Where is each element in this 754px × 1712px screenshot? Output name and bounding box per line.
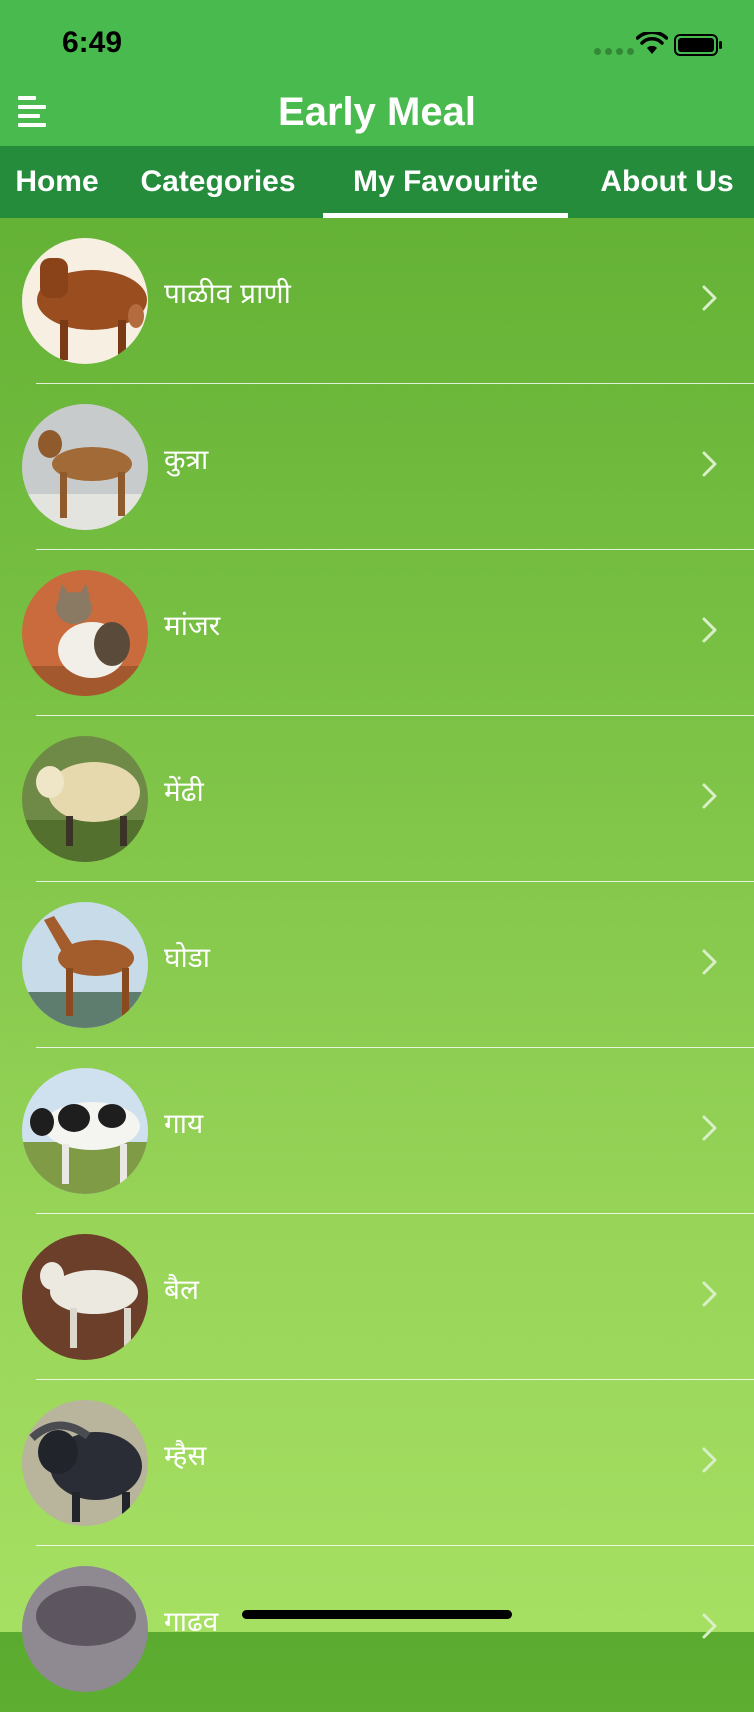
buffalo-photo (22, 1400, 148, 1526)
list-item[interactable]: मेंढी (0, 716, 754, 882)
chevron-right-icon (702, 949, 717, 975)
status-time: 6:49 (62, 26, 123, 59)
chevron-right-icon (702, 1447, 717, 1473)
home-indicator[interactable] (242, 1610, 512, 1619)
donkey-photo (22, 1566, 148, 1692)
battery-icon (674, 34, 722, 56)
list-item[interactable]: बैल (0, 1214, 754, 1380)
cow-photo (22, 1068, 148, 1194)
item-label: पाळीव प्राणी (164, 277, 291, 310)
tab-bar: Home Categories My Favourite About Us (0, 146, 754, 218)
cat-photo (22, 570, 148, 696)
list-item[interactable]: गाय (0, 1048, 754, 1214)
horse-photo (22, 902, 148, 1028)
status-bar: 6:49 (0, 0, 754, 88)
chevron-right-icon (702, 1613, 717, 1639)
page-title: Early Meal (278, 90, 476, 134)
list-item[interactable]: पाळीव प्राणी (0, 218, 754, 384)
chevron-right-icon (702, 1281, 717, 1307)
list-item[interactable]: म्हैस (0, 1380, 754, 1546)
item-label: गाढव (164, 1605, 219, 1638)
sheep-photo (22, 736, 148, 862)
list-item[interactable]: मांजर (0, 550, 754, 716)
tab-about-us[interactable]: About Us (580, 146, 754, 218)
item-label: मांजर (164, 609, 221, 642)
chevron-right-icon (702, 1115, 717, 1141)
chevron-right-icon (702, 783, 717, 809)
list-item[interactable]: कुत्रा (0, 384, 754, 550)
item-label: मेंढी (164, 775, 204, 808)
chevron-right-icon (702, 285, 717, 311)
item-label: घोडा (164, 941, 211, 974)
navigation-bar: Early Meal (0, 88, 754, 146)
item-label: म्हैस (164, 1439, 207, 1472)
item-label: गाय (164, 1107, 204, 1140)
list-item[interactable]: घोडा (0, 882, 754, 1048)
dog-photo (22, 404, 148, 530)
brown-cow-photo (22, 238, 148, 364)
item-label: कुत्रा (164, 443, 209, 476)
wifi-icon (636, 32, 668, 54)
favourite-list: पाळीव प्राणी कुत्रा मांजर मेंढी घोडा गाय… (0, 218, 754, 1712)
item-label: बैल (164, 1273, 199, 1306)
tab-home[interactable]: Home (0, 146, 114, 218)
bull-photo (22, 1234, 148, 1360)
cellular-signal-icon (594, 48, 634, 55)
chevron-right-icon (702, 617, 717, 643)
tab-my-favourite[interactable]: My Favourite (323, 146, 568, 218)
list-item[interactable]: गाढव (0, 1546, 754, 1712)
tab-categories[interactable]: Categories (128, 146, 308, 218)
chevron-right-icon (702, 451, 717, 477)
